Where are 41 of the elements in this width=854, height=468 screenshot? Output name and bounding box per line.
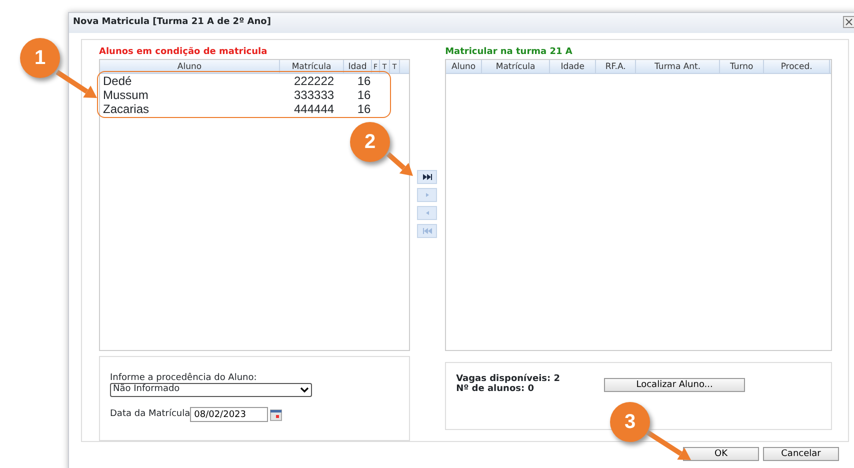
callout-arrow [55, 70, 99, 100]
table-cell-text: 16 [356, 74, 372, 88]
date-field[interactable]: 08/02/2023 [190, 407, 268, 422]
column-header[interactable]: Turma Ant. [636, 60, 720, 73]
callout-arrow [386, 152, 415, 178]
section-heading: Matricular na turma 21 A [445, 46, 574, 59]
column-header[interactable]: Aluno [100, 60, 280, 73]
locate-student-button[interactable]: Localizar Aluno... [604, 378, 746, 392]
chevron-icon [300, 387, 309, 393]
cancel-button[interactable]: Cancelar [763, 447, 839, 461]
callout-badge: 1 [20, 38, 60, 78]
table-cell-text: 333333 [293, 88, 336, 102]
column-header[interactable]: Idad [344, 60, 372, 73]
origin-dropdown[interactable]: Não Informado [110, 383, 312, 397]
table-cell-text: 16 [356, 102, 372, 116]
column-header[interactable]: Proced. [764, 60, 830, 73]
table-cell-text: 222222 [293, 74, 336, 88]
summary-text: Vagas disponíveis: 2 [456, 374, 562, 384]
calendar-icon[interactable] [270, 408, 282, 420]
table-cell-text: 444444 [293, 102, 336, 116]
callout-arrow [645, 430, 693, 462]
column-header[interactable]: Matrícula [280, 60, 344, 73]
table-cell-text: 16 [356, 88, 372, 102]
ok-button[interactable]: OK [683, 447, 759, 461]
section-heading: Alunos em condição de matricula [99, 46, 268, 59]
move-all-right-button[interactable] [417, 170, 438, 184]
column-header[interactable]: Idade [550, 60, 596, 73]
field-label: Data da Matrícula [110, 408, 190, 421]
column-header[interactable]: Turno [720, 60, 764, 73]
window-title: Nova Matricula [Turma 21 A de 2º Ano] [69, 13, 854, 33]
field-label: Informe a procedência do Aluno: [110, 373, 258, 383]
table-cell-text: Zacarias [102, 102, 150, 116]
close-icon[interactable] [843, 16, 854, 28]
column-header[interactable]: Aluno [446, 60, 482, 73]
skip-back-icon [422, 228, 432, 234]
skip-forward-icon [422, 174, 432, 180]
table-cell-text: Dedé [102, 74, 133, 88]
column-header[interactable]: Matrícula [482, 60, 550, 73]
table-cell-text: Mussum [102, 88, 150, 102]
summary-text: Nº de alunos: 0 [456, 384, 535, 394]
column-header[interactable]: RF.A. [596, 60, 636, 73]
